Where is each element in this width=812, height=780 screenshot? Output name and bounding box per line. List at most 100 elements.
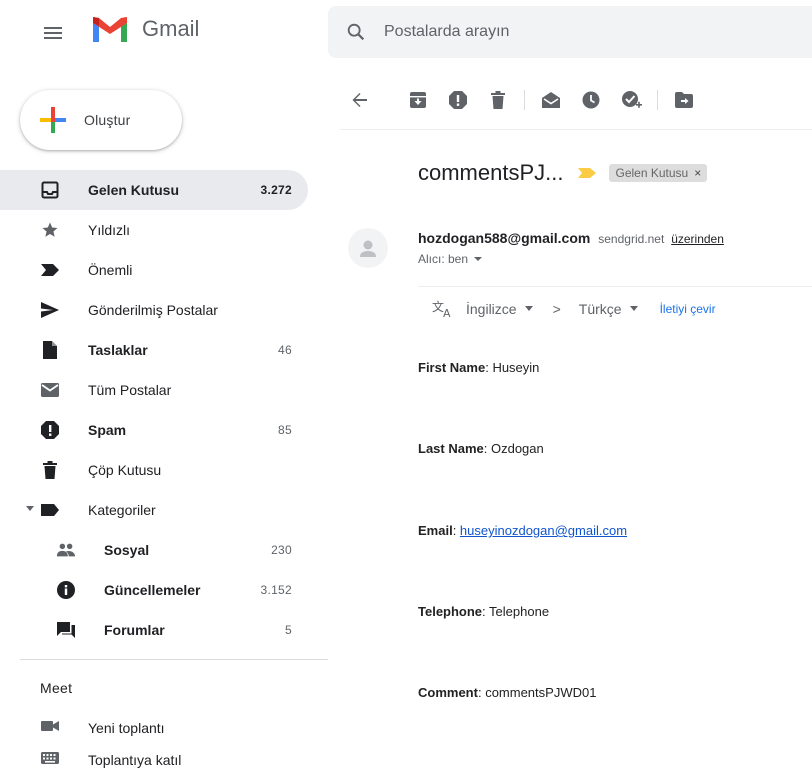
- message-subject: commentsPJ...: [418, 160, 564, 185]
- source-language-label: İngilizce: [466, 300, 517, 317]
- search-input[interactable]: [384, 23, 784, 41]
- field-key: Last Name: [418, 441, 484, 456]
- toolbar-separator: [524, 90, 525, 110]
- sidebar-item-label: Spam: [88, 422, 127, 438]
- sidebar-item-label: Önemli: [88, 262, 133, 278]
- sender-email[interactable]: hozdogan588@gmail.com: [418, 230, 590, 246]
- report-spam-button[interactable]: [438, 80, 478, 120]
- sidebar-item-starred[interactable]: Yıldızlı: [0, 210, 308, 250]
- sidebar-item-updates[interactable]: Güncellemeler 3.152: [0, 570, 308, 610]
- message-field-last-name: Last Name: Ozdogan: [418, 441, 544, 456]
- sidebar-item-drafts[interactable]: Taslaklar 46: [0, 330, 308, 370]
- compose-button[interactable]: Oluştur: [20, 90, 182, 150]
- source-language-select[interactable]: İngilizce: [466, 301, 533, 317]
- sender-avatar[interactable]: [348, 228, 388, 268]
- field-separator: :: [483, 441, 491, 456]
- sidebar-item-label: Gönderilmiş Postalar: [88, 302, 218, 318]
- mark-unread-button[interactable]: [531, 80, 571, 120]
- add-task-icon: [622, 91, 642, 108]
- search-bar[interactable]: [328, 6, 812, 58]
- via-domain: sendgrid.net: [598, 232, 665, 246]
- back-button[interactable]: [340, 80, 380, 120]
- sidebar-item-count: 3.272: [260, 183, 292, 197]
- sidebar-item-label: Tüm Postalar: [88, 382, 172, 398]
- sidebar-item-sent[interactable]: Gönderilmiş Postalar: [0, 290, 308, 330]
- info-icon: [56, 580, 76, 600]
- field-email-link[interactable]: huseyinozdogan@gmail.com: [460, 523, 627, 538]
- sidebar-item-important[interactable]: Önemli: [0, 250, 308, 290]
- archive-icon: [410, 92, 426, 108]
- people-icon: [56, 540, 76, 560]
- important-icon: [40, 260, 60, 280]
- meet-new-meeting[interactable]: Yeni toplantı: [40, 712, 320, 744]
- search-button[interactable]: [344, 20, 368, 44]
- sidebar-divider: [20, 659, 328, 660]
- delete-button[interactable]: [478, 80, 518, 120]
- message-toolbar: [340, 80, 704, 120]
- recipient-line: Alıcı: ben: [418, 252, 469, 266]
- important-marker-icon[interactable]: [577, 167, 597, 179]
- toolbar-separator: [657, 90, 658, 110]
- archive-button[interactable]: [398, 80, 438, 120]
- sidebar-item-label: Taslaklar: [88, 342, 148, 358]
- sender-row: hozdogan588@gmail.com sendgrid.net üzeri…: [418, 230, 724, 246]
- draft-icon: [40, 340, 60, 360]
- field-key: First Name: [418, 360, 486, 375]
- field-value: Ozdogan: [490, 441, 544, 456]
- sidebar-item-all-mail[interactable]: Tüm Postalar: [0, 370, 308, 410]
- sidebar-item-label: Forumlar: [104, 622, 165, 638]
- mark-email-unread-icon: [542, 92, 560, 108]
- inbox-label-chip: Gelen Kutusu ×: [609, 164, 708, 182]
- translate-message-link[interactable]: İletiyi çevir: [660, 302, 716, 316]
- sidebar-item-count: 5: [285, 623, 292, 637]
- add-task-button[interactable]: [611, 80, 651, 120]
- via-link[interactable]: üzerinden: [671, 232, 724, 246]
- remove-label-button[interactable]: ×: [694, 166, 701, 180]
- meet-section-title: Meet: [40, 680, 73, 696]
- gmail-logo[interactable]: Gmail: [90, 14, 199, 44]
- star-icon: [40, 220, 60, 240]
- hamburger-menu-icon: [44, 27, 62, 39]
- meet-join-meeting[interactable]: Toplantıya katıl: [40, 744, 320, 776]
- sidebar-item-label: Çöp Kutusu: [88, 462, 162, 478]
- sidebar-nav: Gelen Kutusu 3.272 Yıldızlı Önemli Gönde…: [0, 170, 320, 650]
- meet-item-label: Toplantıya katıl: [88, 752, 182, 768]
- field-value: commentsPJWD01: [485, 685, 597, 700]
- sidebar-item-forums[interactable]: Forumlar 5: [0, 610, 308, 650]
- main-menu-button[interactable]: [30, 14, 76, 52]
- snooze-button[interactable]: [571, 80, 611, 120]
- translate-bar: 文A İngilizce > Türkçe İletiyi çevir: [418, 286, 812, 330]
- field-separator: :: [482, 604, 490, 619]
- field-separator: :: [452, 523, 460, 538]
- sidebar-item-label: Sosyal: [104, 542, 150, 558]
- label-chip-text: Gelen Kutusu: [615, 166, 689, 180]
- sidebar-item-count: 46: [278, 343, 292, 357]
- sidebar-item-label: Kategoriler: [88, 502, 156, 518]
- message-field-first-name: First Name: Huseyin: [418, 360, 539, 375]
- trash-icon: [40, 460, 60, 480]
- move-to-button[interactable]: [664, 80, 704, 120]
- app-name: Gmail: [142, 16, 200, 41]
- sidebar-item-social[interactable]: Sosyal 230: [0, 530, 308, 570]
- sidebar-item-inbox[interactable]: Gelen Kutusu 3.272: [0, 170, 308, 210]
- sidebar-item-spam[interactable]: Spam 85: [0, 410, 308, 450]
- field-key: Telephone: [418, 604, 483, 619]
- sidebar-item-categories[interactable]: Kategoriler: [0, 490, 308, 530]
- chevron-down-icon: [629, 306, 638, 311]
- forum-icon: [56, 620, 76, 640]
- field-key: Comment: [418, 685, 478, 700]
- target-language-select[interactable]: Türkçe: [579, 301, 638, 317]
- field-key: Email: [418, 523, 453, 538]
- toolbar-divider: [340, 129, 812, 130]
- meet-item-label: Yeni toplantı: [88, 720, 165, 736]
- person-icon: [360, 240, 376, 257]
- sidebar-item-label: Gelen Kutusu: [88, 182, 180, 198]
- expand-caret-icon[interactable]: [26, 506, 34, 511]
- move-to-inbox-icon: [675, 92, 693, 108]
- sidebar-item-trash[interactable]: Çöp Kutusu: [0, 450, 308, 490]
- recipient-details[interactable]: Alıcı: ben: [418, 252, 483, 266]
- message-field-telephone: Telephone: Telephone: [418, 604, 549, 619]
- sidebar-item-count: 230: [271, 543, 292, 557]
- sidebar-item-count: 3.152: [260, 583, 292, 597]
- compose-label: Oluştur: [84, 112, 131, 128]
